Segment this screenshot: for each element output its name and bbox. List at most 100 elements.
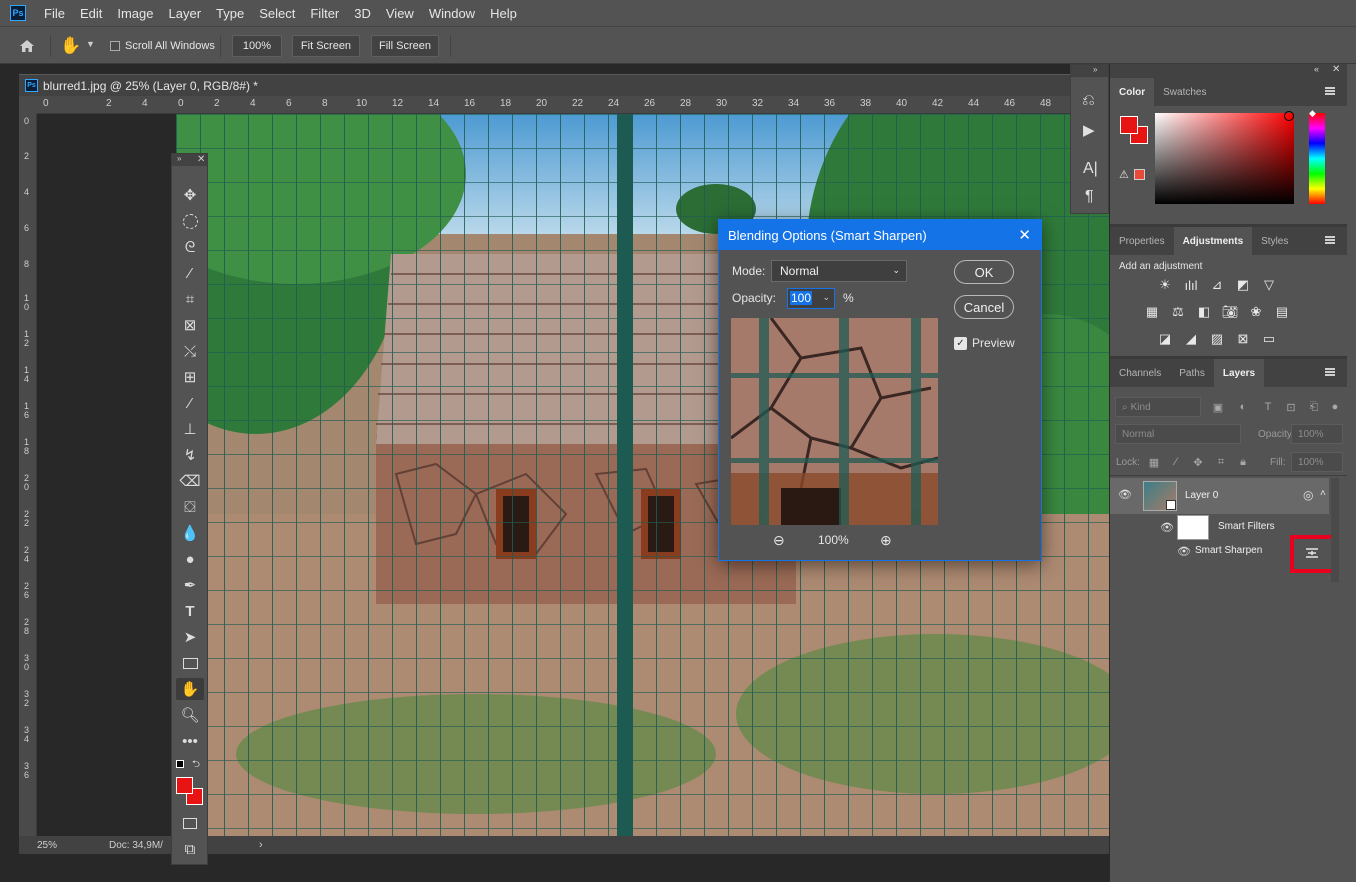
chevron-down-icon[interactable]: ⌄ [822,292,830,303]
lock-artboard-icon[interactable]: ⌗ [1213,454,1229,470]
tab-channels[interactable]: Channels [1110,359,1170,387]
chevron-down-icon[interactable]: ▼ [86,39,95,49]
foreground-color-swatch[interactable] [176,777,193,794]
paint-bucket-tool-icon[interactable]: ⛋ [176,496,204,518]
default-colors-icon[interactable] [176,760,184,768]
document-tab[interactable]: Ps blurred1.jpg @ 25% (Layer 0, RGB/8#) … [19,74,1109,96]
close-icon[interactable]: ✕ [197,154,205,165]
clone-stamp-tool-icon[interactable]: ⊥ [176,418,204,440]
posterize-icon[interactable]: ◢ [1183,331,1199,347]
tab-paths[interactable]: Paths [1170,359,1214,387]
menu-view[interactable]: View [386,6,414,21]
vertical-ruler[interactable]: 0 2 4 6 8 1 0 1 2 1 4 1 6 1 8 2 0 2 2 2 … [19,114,37,836]
panels-top-header[interactable]: « ✕ [1110,64,1347,78]
adjustment-filter-icon[interactable]: ◐ [1235,399,1251,415]
paragraph-icon[interactable]: ¶ [1085,188,1094,206]
lock-position-icon[interactable]: ✥ [1190,454,1206,470]
preview-checkbox[interactable]: ✓ [954,337,967,350]
move-tool-icon[interactable]: ✥ [176,184,204,206]
color-lookup-icon[interactable]: ▤ [1274,304,1290,320]
zoom-in-icon[interactable]: ⊕ [880,532,892,549]
brightness-contrast-icon[interactable]: ☀ [1157,277,1173,293]
scroll-all-windows-checkbox[interactable] [110,41,120,51]
type-filter-icon[interactable]: T [1260,399,1276,415]
exposure-icon[interactable]: ◩ [1235,277,1251,293]
color-balance-icon[interactable]: ⚖ [1170,304,1186,320]
menu-3d[interactable]: 3D [354,6,371,21]
shape-filter-icon[interactable]: ⊡ [1283,399,1299,415]
marquee-tool-icon[interactable] [176,210,204,232]
zoom-100-button[interactable]: 100% [232,35,282,57]
panel-menu-icon[interactable] [1325,87,1335,95]
color-picker-field[interactable] [1155,111,1294,204]
history-brush-tool-icon[interactable]: ↯ [176,444,204,466]
panel-menu-icon[interactable] [1325,368,1335,376]
vibrance-icon[interactable]: ▽ [1261,277,1277,293]
filter-toggle-icon[interactable]: ● [1327,399,1343,415]
channel-mixer-icon[interactable]: ❀ [1248,304,1264,320]
eraser-tool-icon[interactable]: ⌫ [176,470,204,492]
gamut-color-swatch[interactable] [1134,169,1145,180]
more-tools-icon[interactable]: ••• [176,730,204,752]
color-picker-handle[interactable] [1284,111,1294,121]
frame-tool-icon[interactable]: ⊠ [176,314,204,336]
tab-color[interactable]: Color [1110,78,1155,106]
layer-row[interactable]: 👁︎ Layer 0 ◎ ˄ [1110,478,1329,514]
tab-adjustments[interactable]: Adjustments [1173,227,1253,255]
menu-window[interactable]: Window [429,6,475,21]
black-white-icon[interactable]: ◧ [1196,304,1212,320]
menu-help[interactable]: Help [490,6,517,21]
dialog-title-bar[interactable]: Blending Options (Smart Sharpen) ✕ [719,220,1041,250]
filter-mask-thumbnail[interactable] [1177,515,1209,540]
visibility-eye-icon[interactable]: 👁︎ [1177,547,1191,558]
layer-filter-kind-select[interactable]: ⌕ Kind [1115,397,1201,417]
tab-layers[interactable]: Layers [1213,359,1265,387]
zoom-out-icon[interactable]: ⊖ [773,532,785,549]
hue-saturation-icon[interactable]: ▦ [1144,304,1160,320]
photo-filter-icon[interactable]: 📷︎ [1222,304,1239,320]
horizontal-ruler[interactable]: 0 2 4 0 2 4 6 8 10 12 14 16 18 20 22 24 … [37,96,1109,114]
collapse-arrow-icon[interactable]: ˄ [1320,488,1326,499]
lasso-tool-icon[interactable]: ᘓ [176,236,204,258]
invert-icon[interactable]: ◪ [1157,331,1173,347]
screen-mode-icon[interactable]: ⧉ [176,838,204,860]
home-icon[interactable] [18,37,36,55]
hue-slider[interactable]: ◆ [1309,108,1325,204]
cancel-button[interactable]: Cancel [954,295,1014,319]
panel-menu-icon[interactable] [1325,236,1335,244]
quick-mask-icon[interactable] [176,812,204,834]
menu-file[interactable]: File [44,6,65,21]
history-icon[interactable]: ⎌ [1082,92,1095,110]
menu-edit[interactable]: Edit [80,6,102,21]
fill-screen-button[interactable]: Fill Screen [371,35,439,57]
fill-input[interactable]: 100% [1291,452,1343,472]
smart-object-filter-icon[interactable]: ⎗ [1306,399,1322,415]
chevron-right-icon[interactable]: › [259,839,263,851]
collapse-icon[interactable]: « [1314,64,1319,74]
rectangle-tool-icon[interactable] [176,652,204,674]
threshold-icon[interactable]: ▨ [1209,331,1225,347]
foreground-color-swatch[interactable] [1120,116,1138,134]
panel-strip-header[interactable]: » [1071,65,1108,77]
layer-opacity-input[interactable]: 100% [1291,424,1343,444]
menu-select[interactable]: Select [259,6,295,21]
pixel-filter-icon[interactable]: ▣ [1210,399,1226,415]
zoom-tool-icon[interactable]: 🔍︎ [176,704,204,726]
character-icon[interactable]: A| [1083,160,1098,178]
layer-name[interactable]: Layer 0 [1185,490,1218,501]
opacity-input[interactable]: 100 ⌄ [787,288,835,309]
blur-tool-icon[interactable]: 💧 [176,522,204,544]
blending-options-icon[interactable] [1304,546,1320,560]
crop-tool-icon[interactable]: ⌗ [176,288,204,310]
gradient-map-icon[interactable]: ▭ [1261,331,1277,347]
visibility-eye-icon[interactable]: 👁︎ [1160,523,1174,534]
eyedropper-tool-icon[interactable]: ⤯ [176,340,204,362]
blend-mode-select[interactable]: Normal [1115,424,1241,444]
actions-play-icon[interactable]: ▶ [1083,121,1095,139]
hand-tool-icon[interactable]: ✋ [176,678,204,700]
path-selection-tool-icon[interactable]: ➤ [176,626,204,648]
fit-screen-button[interactable]: Fit Screen [292,35,360,57]
levels-icon[interactable]: ılıl [1183,277,1199,293]
lock-pixels-icon[interactable]: ⁄ [1168,454,1184,470]
menu-filter[interactable]: Filter [310,6,339,21]
